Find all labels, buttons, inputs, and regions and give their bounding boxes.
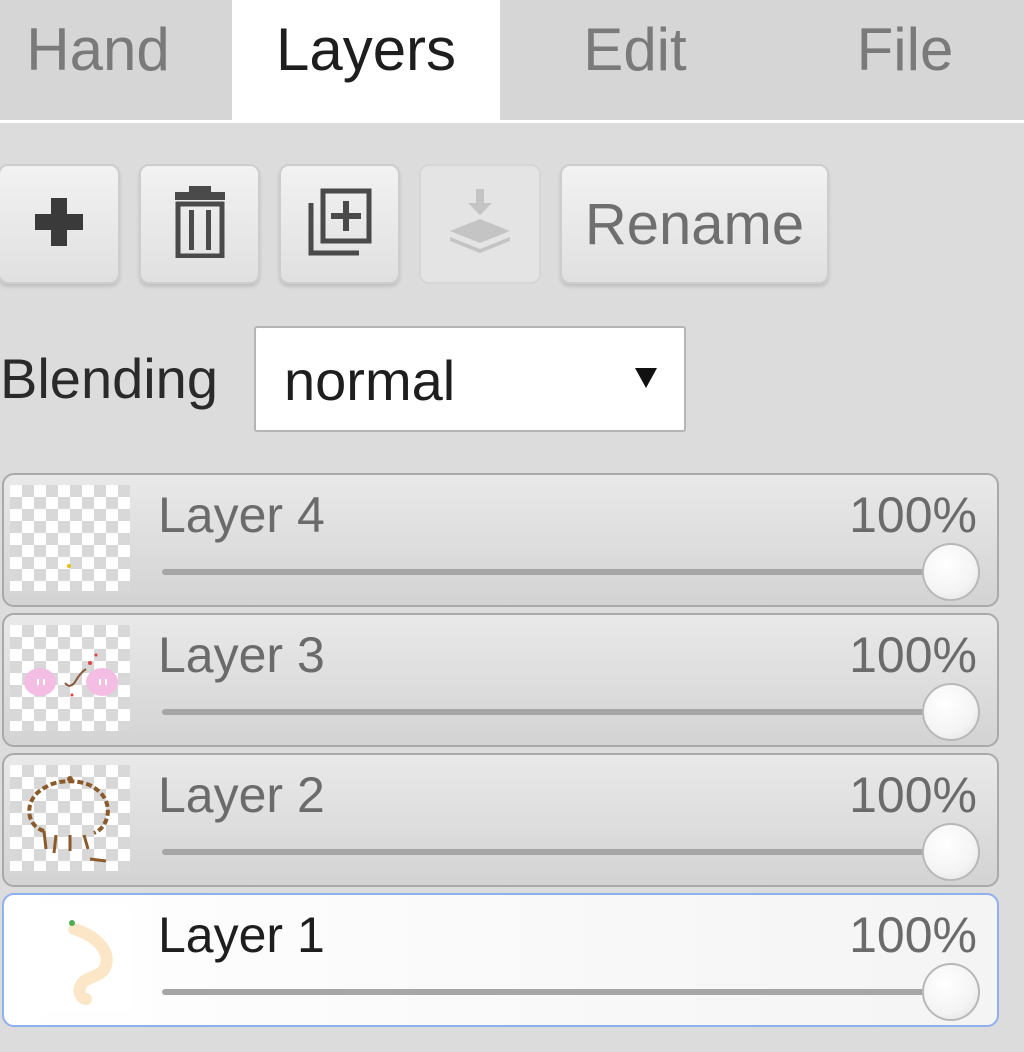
layer-row[interactable]: Layer 3 100% [2,613,999,747]
duplicate-layer-button[interactable] [279,164,400,284]
blending-label: Blending [0,347,218,410]
tab-bar: Hand Layers Edit File [0,0,1024,123]
layer-opacity-value: 100% [849,487,977,543]
rename-button[interactable]: Rename [560,164,829,284]
opacity-slider-track[interactable] [162,989,950,995]
layer-row[interactable]: Layer 2 100% [2,753,999,887]
add-layer-button[interactable] [0,164,120,284]
delete-layer-button[interactable] [139,164,260,284]
layer-opacity-value: 100% [849,907,977,963]
opacity-slider-handle[interactable] [922,543,980,601]
tab-hand[interactable]: Hand [0,0,196,120]
layer-opacity-value: 100% [849,627,977,683]
rename-label: Rename [584,191,805,257]
layer-name: Layer 3 [158,627,325,683]
opacity-slider-track[interactable] [162,569,950,575]
trash-icon [173,185,227,263]
layer-thumbnail [10,625,130,731]
merge-down-icon [448,187,512,262]
layer-name: Layer 4 [158,487,325,543]
tab-layers[interactable]: Layers [232,0,500,120]
layer-row[interactable]: Layer 4 100% [2,473,999,607]
layer-thumbnail [10,485,130,591]
opacity-slider-handle[interactable] [922,683,980,741]
opacity-slider-handle[interactable] [922,963,980,1021]
tab-edit[interactable]: Edit [560,0,710,120]
layer-thumbnail [10,905,130,1011]
opacity-slider-track[interactable] [162,709,950,715]
opacity-slider-track[interactable] [162,849,950,855]
layer-opacity-value: 100% [849,767,977,823]
duplicate-icon [307,187,373,262]
merge-down-button[interactable] [419,164,541,284]
blending-select[interactable]: normal [254,326,686,432]
plus-icon [33,196,85,253]
tab-file[interactable]: File [830,0,980,120]
blending-value: normal [284,349,456,412]
opacity-slider-handle[interactable] [922,823,980,881]
chevron-down-icon [634,366,658,395]
layer-row-selected[interactable]: Layer 1 100% [2,893,999,1027]
layer-name: Layer 1 [158,907,325,963]
layer-name: Layer 2 [158,767,325,823]
layer-thumbnail [10,765,130,871]
